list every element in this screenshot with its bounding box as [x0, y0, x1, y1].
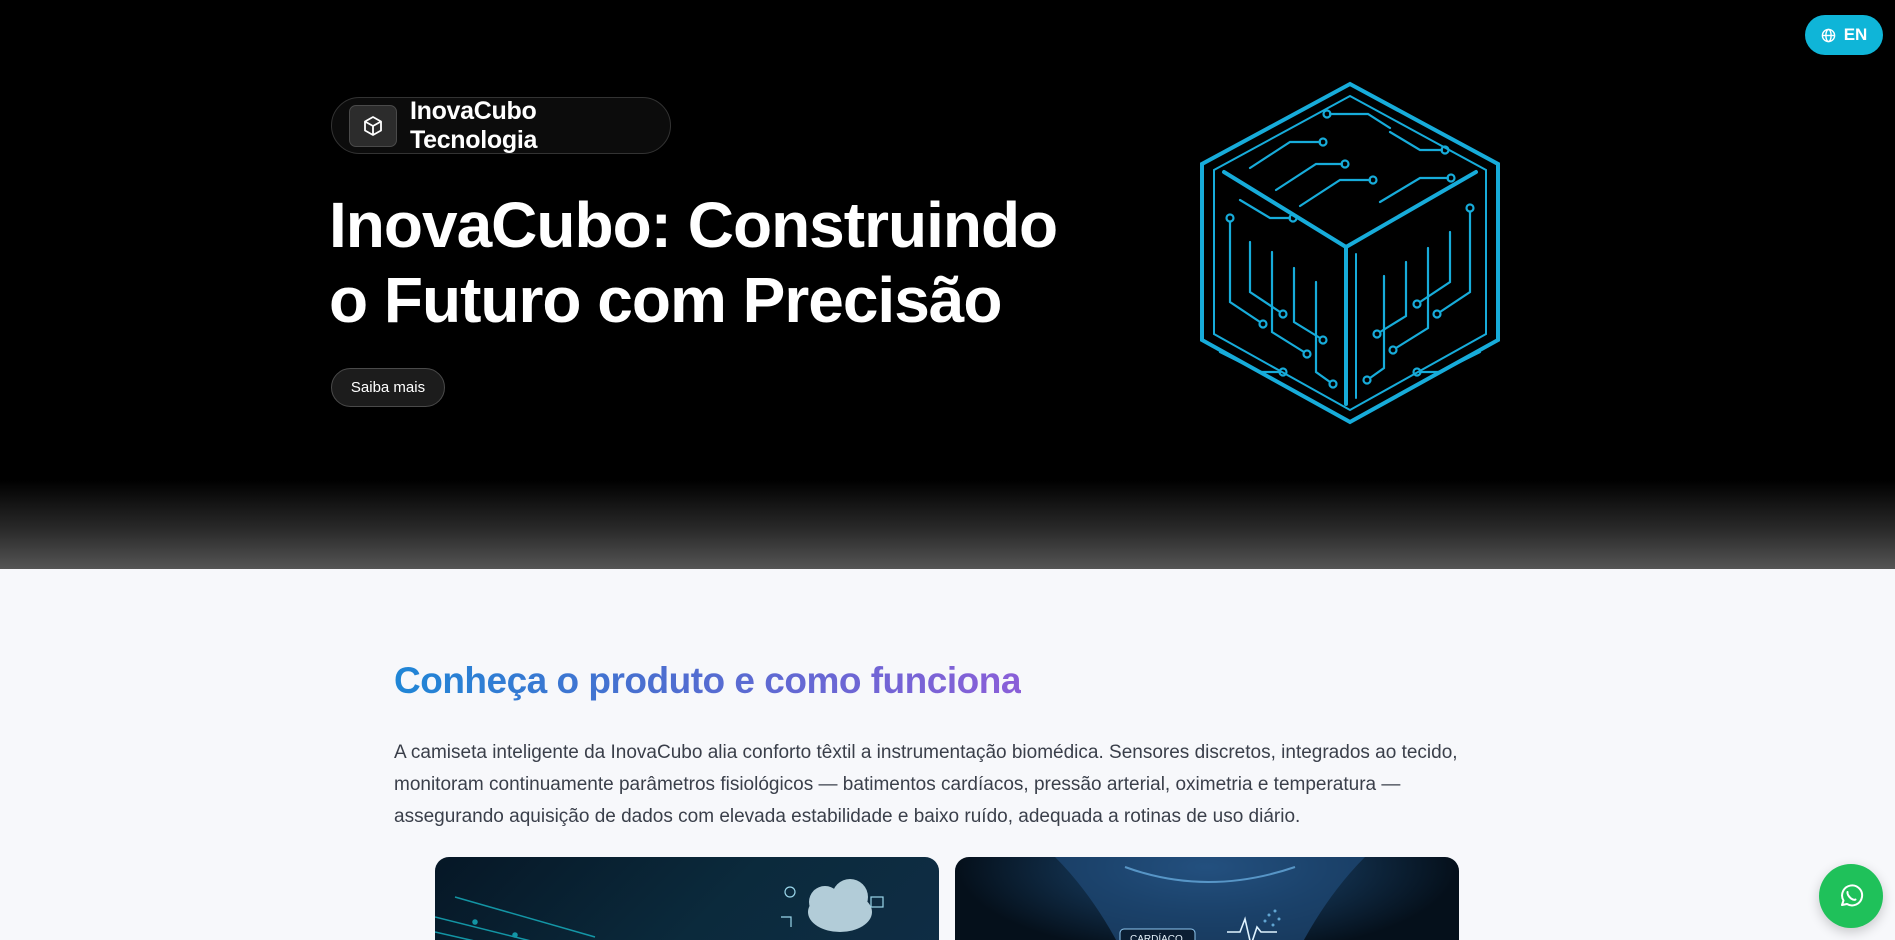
shirt-overlay-label: CARDÍACO [1130, 932, 1183, 940]
product-section-title: Conheça o produto e como funciona [394, 660, 1021, 701]
learn-more-button[interactable]: Saiba mais [331, 368, 445, 407]
hero-title-line1: InovaCubo: Construindo [329, 189, 1058, 261]
smart-shirt-image: CARDÍACO [1055, 857, 1365, 940]
circuit-cube-illustration [1200, 81, 1500, 425]
product-card-cloud [435, 857, 939, 940]
product-card-shirt: CARDÍACO [955, 857, 1459, 940]
whatsapp-button[interactable] [1819, 864, 1883, 928]
hero-title: InovaCubo: Construindo o Futuro com Prec… [329, 188, 1129, 338]
language-label: EN [1843, 25, 1868, 44]
hero-section: InovaCubo Tecnologia InovaCubo: Construi… [0, 0, 1895, 569]
globe-icon [1821, 28, 1835, 42]
brand-name: InovaCubo Tecnologia [409, 96, 538, 154]
whatsapp-icon [1841, 884, 1864, 907]
hero-title-line2: o Futuro com Precisão [329, 264, 1002, 336]
brand-badge[interactable]: InovaCubo Tecnologia [331, 97, 671, 154]
cloud-data-image [435, 879, 884, 940]
product-description: A camiseta inteligente da InovaCubo alia… [394, 742, 1458, 827]
language-switch-button[interactable]: EN [1805, 15, 1883, 55]
cube-icon [349, 104, 397, 147]
